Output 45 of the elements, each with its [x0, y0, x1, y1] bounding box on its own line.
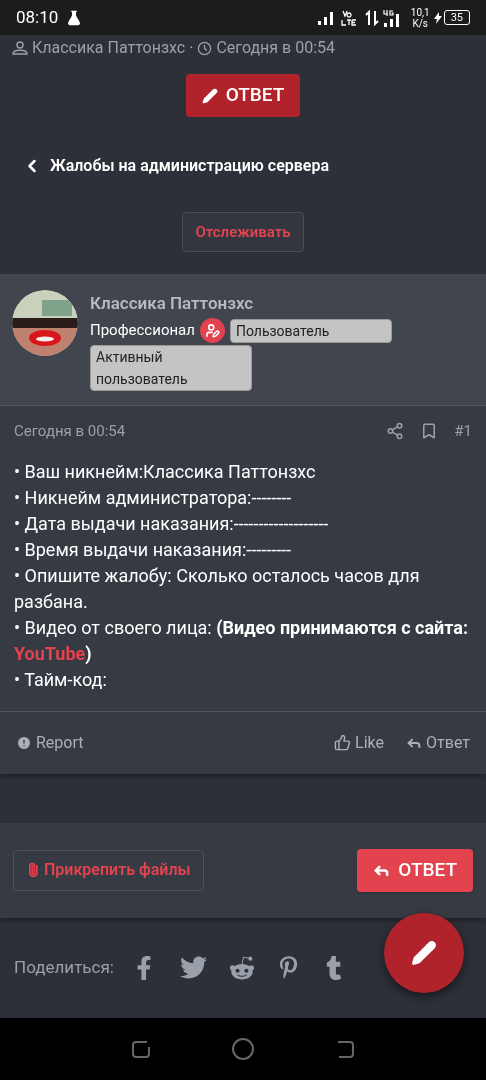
pencil-icon [201, 87, 218, 104]
charging-icon [433, 11, 442, 24]
reply-link[interactable]: Ответ [406, 730, 470, 755]
like-link[interactable]: Like [334, 730, 385, 755]
report-link[interactable]: Report [16, 730, 84, 755]
attach-files-button[interactable]: Прикрепить файлы [13, 849, 204, 891]
user-badge: Активный пользователь [90, 345, 252, 391]
share-icon[interactable] [386, 422, 405, 441]
compose-button[interactable] [384, 913, 464, 993]
thread-date: Сегодня в 00:54 [216, 38, 336, 58]
post-number[interactable]: #1 [454, 420, 472, 443]
post-line: • Ваш никнейм:Классика Паттонзхс [14, 459, 317, 484]
home-icon[interactable] [231, 1036, 255, 1061]
post-line: • Тайм-код: [14, 667, 108, 692]
reddit-icon[interactable] [228, 954, 255, 981]
post-date[interactable]: Сегодня в 00:54 [14, 420, 126, 443]
clock-icon [197, 40, 213, 56]
thumbs-up-icon [334, 734, 352, 751]
data-transfer-icon [364, 9, 379, 26]
breadcrumb-link[interactable]: Жалобы на администрацию сервера [22, 154, 330, 178]
post-line: • Время выдачи наказания:--------- [14, 537, 293, 562]
post-line: • Дата выдачи наказания:------------------- [14, 511, 330, 536]
user-title: Профессионал [90, 320, 195, 342]
post-author[interactable]: Классика Паттонзхс [90, 292, 410, 314]
post-line: • Никнейм администратора:-------- [14, 485, 293, 510]
user-edit-icon [199, 318, 225, 343]
status-time: 08:10 [16, 5, 59, 29]
youtube-link[interactable]: YouTube [14, 642, 86, 664]
signal-icon [316, 10, 335, 25]
battery-icon: 35 [443, 10, 470, 25]
share-label: Поделиться: [14, 955, 114, 979]
network-speed: 10,1 K/s [410, 6, 430, 29]
reply-button[interactable]: ОТВЕТ [357, 848, 473, 892]
watch-button[interactable]: Отслеживать [182, 212, 304, 252]
separator: · [189, 38, 194, 58]
reply-button[interactable]: ОТВЕТ [185, 74, 301, 117]
thread-author[interactable]: Классика Паттонзхс [32, 38, 186, 58]
post-line: • Видео от своего лица: (Видео принимаются с сайта: YouTube) [14, 615, 469, 666]
post-line: • Опишите жалобу: Сколько осталось часов для разбана. [14, 563, 421, 614]
flask-icon [66, 9, 83, 26]
user-badge: Пользователь [229, 318, 392, 343]
user-icon [12, 41, 28, 55]
alert-icon [16, 734, 32, 751]
pencil-icon [411, 940, 437, 966]
twitter-icon[interactable] [179, 954, 207, 981]
